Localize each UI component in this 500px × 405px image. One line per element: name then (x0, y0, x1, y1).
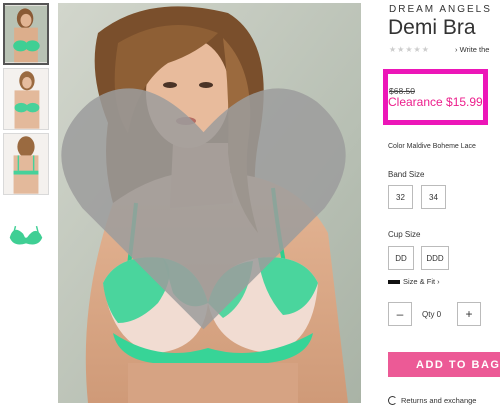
thumbnail-side-view[interactable] (3, 68, 49, 130)
returns-link[interactable]: Returns and exchange (388, 396, 476, 405)
heart-icon[interactable] (58, 8, 355, 403)
size-fit-link[interactable]: Size & Fit › (388, 277, 440, 286)
band-size-32-button[interactable]: 32 (388, 185, 413, 209)
product-title: Demi Bra (388, 16, 476, 39)
color-label: Color Maldive Boheme Lace (388, 143, 476, 150)
thumbnail-product-only[interactable] (3, 198, 49, 260)
cup-size-dd-button[interactable]: DD (388, 246, 414, 270)
cup-size-label: Cup Size (388, 230, 421, 239)
thumbnail-side-image (4, 69, 48, 129)
collection-name: DREAM ANGELS (389, 4, 492, 15)
band-size-34-button[interactable]: 34 (421, 185, 446, 209)
cup-size-ddd-button[interactable]: DDD (421, 246, 449, 270)
band-size-label: Band Size (388, 170, 425, 179)
thumbnail-front-image (5, 5, 47, 63)
write-review-label: Write the (459, 45, 490, 54)
size-fit-label: Size & Fit › (403, 277, 440, 286)
clearance-price: Clearance $15.99 (388, 95, 483, 109)
thumbnail-product-image (4, 199, 48, 259)
returns-icon (388, 396, 397, 405)
thumbnail-back-image (4, 134, 48, 194)
quantity-display: Qty 0 (422, 310, 442, 319)
thumbnail-strip (3, 3, 49, 263)
returns-label: Returns and exchange (401, 396, 477, 405)
quantity-increase-button[interactable]: + (457, 302, 481, 326)
rating-stars-icon: ★★★★★ (389, 45, 430, 54)
ruler-icon (388, 279, 400, 284)
thumbnail-back-view[interactable] (3, 133, 49, 195)
quantity-decrease-button[interactable]: – (388, 302, 412, 326)
main-product-image[interactable] (58, 3, 361, 403)
write-review-link[interactable]: › Write the (455, 45, 489, 54)
thumbnail-front-view[interactable] (3, 3, 49, 65)
add-to-bag-button[interactable]: ADD TO BAG (388, 352, 500, 377)
